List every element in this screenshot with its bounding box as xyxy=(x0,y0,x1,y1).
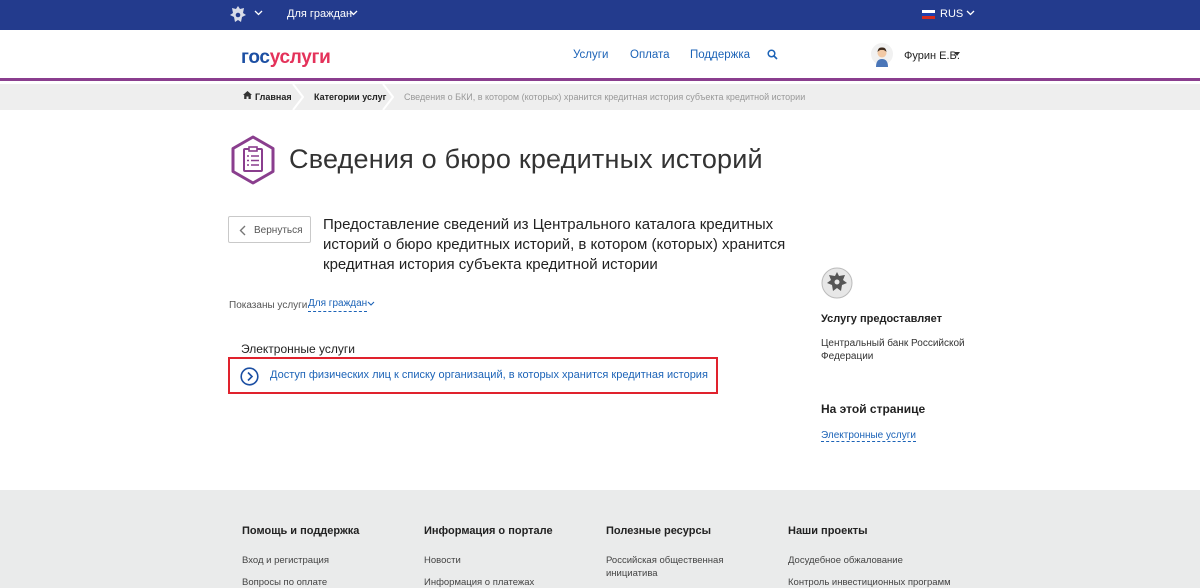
breadcrumb-category[interactable]: Категории услуг xyxy=(314,92,386,102)
language-selector[interactable]: RUS xyxy=(940,8,963,20)
footer-link[interactable]: Вход и регистрация xyxy=(242,554,329,567)
breadcrumb-home[interactable]: Главная xyxy=(255,92,292,102)
caret-down-icon[interactable] xyxy=(954,52,960,56)
user-name[interactable]: Фурин Е.В. xyxy=(904,50,960,62)
site-header: госуслуги Услуги Оплата Поддержка Фурин … xyxy=(0,30,1200,81)
back-button[interactable]: Вернуться xyxy=(228,216,311,243)
footer-link[interactable]: Российская общественная инициатива xyxy=(606,554,736,580)
shown-services-label: Показаны услуги xyxy=(229,300,308,311)
back-button-label: Вернуться xyxy=(254,225,303,236)
service-description: Предоставление сведений из Центрального … xyxy=(323,216,786,273)
electronic-services-heading: Электронные услуги xyxy=(241,342,355,356)
provider-heading: Услугу предоставляет xyxy=(821,313,943,325)
logo-part-2: услуги xyxy=(269,47,331,68)
provider-name: Центральный банк Российской Федерации xyxy=(821,338,965,362)
footer-heading: Информация о портале xyxy=(424,525,553,537)
footer-link[interactable]: Информация о платежах xyxy=(424,576,534,588)
top-bar: Для граждан RUS xyxy=(0,0,1200,30)
footer-heading: Помощь и поддержка xyxy=(242,525,360,537)
on-page-heading: На этой странице xyxy=(821,402,926,416)
search-icon[interactable] xyxy=(767,49,778,60)
chevron-left-icon xyxy=(239,225,246,236)
chevron-down-icon[interactable] xyxy=(254,10,263,16)
footer-link[interactable]: Новости xyxy=(424,554,461,567)
russian-flag-icon[interactable] xyxy=(922,10,935,19)
central-bank-emblem-icon xyxy=(821,267,853,299)
document-checklist-icon xyxy=(231,135,275,185)
footer-link[interactable]: Вопросы по оплате xyxy=(242,576,327,588)
footer-heading: Полезные ресурсы xyxy=(606,525,712,537)
chevron-down-icon[interactable] xyxy=(966,10,975,16)
footer-link[interactable]: Досудебное обжалование xyxy=(788,554,903,567)
breadcrumb-separator xyxy=(292,84,304,110)
on-page-link[interactable]: Электронные услуги xyxy=(821,430,916,442)
page-title: Сведения о бюро кредитных историй xyxy=(289,144,763,174)
footer-link[interactable]: Контроль инвестиционных программ xyxy=(788,576,951,588)
chevron-down-icon[interactable] xyxy=(349,10,358,16)
footer-heading: Наши проекты xyxy=(788,525,868,537)
service-link[interactable]: Доступ физических лиц к списку организац… xyxy=(270,369,708,381)
site-footer: Помощь и поддержка Вход и регистрация Во… xyxy=(0,490,1200,588)
breadcrumb-current: Сведения о БКИ, в котором (которых) хран… xyxy=(404,92,806,102)
nav-payment[interactable]: Оплата xyxy=(630,49,670,61)
audience-selector[interactable]: Для граждан xyxy=(287,8,352,20)
nav-services[interactable]: Услуги xyxy=(573,49,608,61)
coat-of-arms-icon[interactable] xyxy=(229,5,247,25)
chevron-down-icon[interactable] xyxy=(367,301,375,306)
audience-filter[interactable]: Для граждан xyxy=(308,298,368,312)
avatar[interactable] xyxy=(871,43,893,67)
logo-part-1: гос xyxy=(241,47,270,68)
gosuslugi-logo[interactable]: госуслуги xyxy=(241,47,331,69)
circle-arrow-icon[interactable] xyxy=(240,367,259,386)
home-icon[interactable] xyxy=(243,91,252,99)
nav-support[interactable]: Поддержка xyxy=(690,49,750,61)
breadcrumb-separator xyxy=(382,84,394,110)
